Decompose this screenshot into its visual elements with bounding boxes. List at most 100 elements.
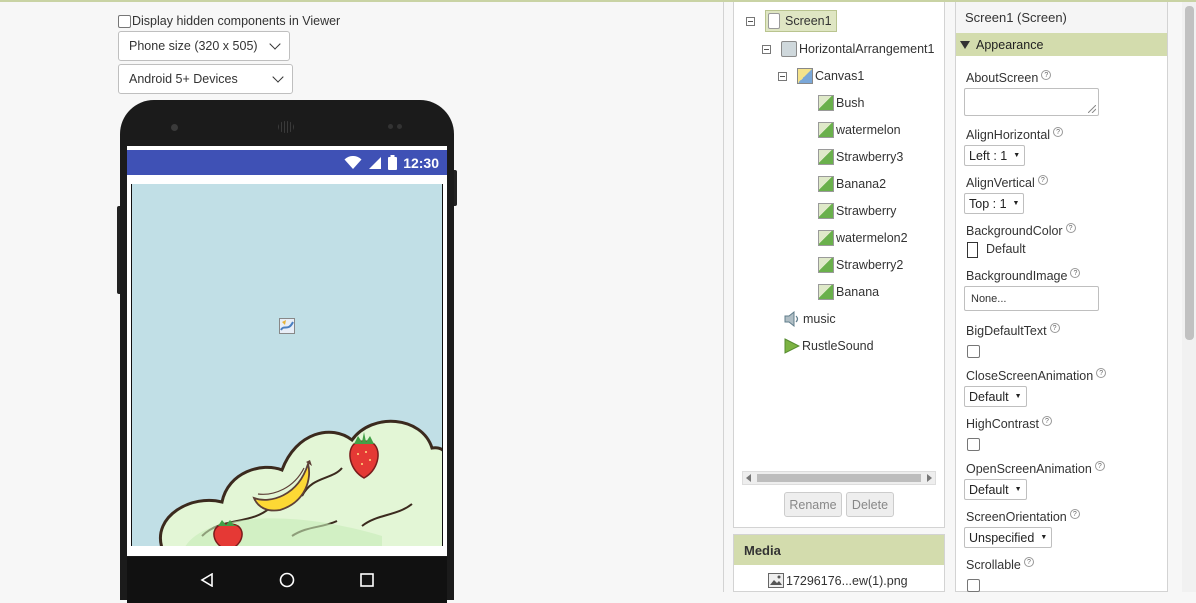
canvas-preview[interactable] — [131, 184, 443, 546]
scrollable-checkbox[interactable] — [967, 579, 980, 592]
backgroundimage-picker[interactable]: None... — [964, 286, 1099, 311]
device-select[interactable]: Android 5+ Devices — [118, 64, 293, 94]
hidden-components-toggle[interactable]: Display hidden components in Viewer — [118, 14, 340, 28]
dropdown-value: Left : 1 — [969, 148, 1008, 163]
aboutscreen-textarea[interactable] — [964, 88, 1099, 116]
help-icon[interactable]: ? — [1065, 223, 1076, 233]
tree-node-sprite[interactable]: watermelon2 — [818, 230, 908, 246]
image-sprite-icon — [818, 203, 834, 219]
tree-label: HorizontalArrangement1 — [799, 42, 935, 56]
media-file-name: 17296176...ew(1).png — [786, 573, 908, 588]
signal-icon — [369, 156, 382, 169]
tree-label: Strawberry3 — [836, 150, 904, 164]
image-file-icon — [768, 573, 784, 588]
screenorientation-dropdown[interactable]: Unspecified ▼ — [964, 527, 1053, 548]
help-icon[interactable]: ? — [1037, 175, 1048, 185]
backgroundcolor-value[interactable]: Default — [986, 242, 1026, 256]
prop-label-text: AlignHorizontal — [966, 128, 1051, 142]
scroll-left-icon[interactable] — [746, 474, 751, 482]
play-icon — [784, 338, 800, 354]
phone-mockup: 12:30 — [117, 100, 457, 603]
tree-node-rustlesound[interactable]: RustleSound — [784, 338, 874, 354]
tree-node-sprite[interactable]: Banana — [818, 284, 879, 300]
prop-label-text: OpenScreenAnimation — [966, 462, 1092, 476]
delete-button[interactable]: Delete — [846, 492, 894, 517]
tree-node-canvas1[interactable]: Canvas1 — [778, 68, 864, 84]
phone-size-select[interactable]: Phone size (320 x 505) — [118, 31, 290, 61]
tree-node-sprite[interactable]: Bush — [818, 95, 865, 111]
prop-label-text: Scrollable — [966, 558, 1021, 572]
rename-button[interactable]: Rename — [784, 492, 842, 517]
backgroundcolor-swatch[interactable] — [967, 242, 978, 258]
image-sprite-icon — [818, 95, 834, 111]
tree-label: music — [803, 312, 836, 326]
highcontrast-checkbox[interactable] — [967, 438, 980, 451]
phone-screen: 12:30 — [127, 146, 447, 556]
appearance-group-header[interactable]: Appearance — [956, 33, 1167, 56]
page-vertical-scrollbar[interactable] — [1182, 2, 1196, 592]
tree-node-sprite[interactable]: Strawberry — [818, 203, 896, 219]
viewer-panel: Display hidden components in Viewer Phon… — [0, 2, 724, 603]
resize-handle-icon[interactable] — [1088, 105, 1096, 113]
tree-node-sprite[interactable]: Strawberry2 — [818, 257, 903, 273]
front-camera — [171, 124, 178, 131]
help-icon[interactable]: ? — [1069, 509, 1080, 519]
tree-selected-item[interactable]: Screen1 — [765, 10, 837, 32]
tree-node-sprite[interactable]: Banana2 — [818, 176, 886, 192]
help-icon[interactable]: ? — [1070, 268, 1081, 278]
scroll-right-icon[interactable] — [927, 474, 932, 482]
tree-node-horizontalarrangement1[interactable]: HorizontalArrangement1 — [762, 41, 935, 57]
dropdown-arrow-icon: ▼ — [1012, 200, 1020, 207]
status-bar: 12:30 — [127, 150, 447, 175]
scrollbar-thumb[interactable] — [757, 474, 921, 482]
recents-icon[interactable] — [360, 573, 375, 587]
dropdown-arrow-icon: ▼ — [1014, 486, 1022, 493]
help-icon[interactable]: ? — [1023, 557, 1034, 567]
media-file-item[interactable]: 17296176...ew(1).png — [734, 565, 944, 588]
help-icon[interactable]: ? — [1053, 127, 1064, 137]
phone-side-button — [117, 206, 120, 294]
prop-highcontrast-label: HighContrast ? — [966, 416, 1052, 431]
prop-aboutscreen-label: AboutScreen ? — [966, 70, 1052, 85]
tree-node-music[interactable]: music — [784, 311, 836, 327]
tree-horizontal-scrollbar[interactable] — [742, 471, 936, 485]
closescreenanimation-dropdown[interactable]: Default ▼ — [964, 386, 1027, 407]
help-icon[interactable]: ? — [1041, 70, 1052, 80]
prop-backgroundcolor-label: BackgroundColor ? — [966, 223, 1076, 238]
device-value: Android 5+ Devices — [129, 72, 238, 86]
openscreenanimation-dropdown[interactable]: Default ▼ — [964, 479, 1027, 500]
help-icon[interactable]: ? — [1049, 323, 1060, 333]
banana-sprite — [252, 460, 312, 512]
help-icon[interactable]: ? — [1041, 416, 1052, 426]
tree-node-sprite[interactable]: watermelon — [818, 122, 901, 138]
home-icon[interactable] — [279, 572, 295, 588]
status-time: 12:30 — [403, 154, 439, 171]
prop-alignvertical-label: AlignVertical ? — [966, 175, 1048, 190]
image-sprite-icon — [818, 176, 834, 192]
scrollbar-thumb[interactable] — [1185, 6, 1194, 340]
alignvertical-dropdown[interactable]: Top : 1 ▼ — [964, 193, 1025, 214]
collapse-icon[interactable] — [746, 16, 755, 26]
image-sprite-icon — [818, 230, 834, 246]
hidden-components-checkbox[interactable] — [118, 14, 131, 28]
help-icon[interactable]: ? — [1094, 461, 1105, 471]
dropdown-value: Top : 1 — [969, 196, 1007, 211]
collapse-icon[interactable] — [778, 71, 787, 81]
prop-screenorientation-label: ScreenOrientation ? — [966, 509, 1080, 524]
prop-label-text: BackgroundColor — [966, 224, 1063, 238]
tree-label: RustleSound — [802, 339, 874, 353]
prop-label-text: BigDefaultText — [966, 324, 1047, 338]
back-icon[interactable] — [200, 573, 214, 587]
collapse-icon[interactable] — [762, 44, 771, 54]
tree-label: Canvas1 — [815, 69, 865, 83]
canvas-icon — [797, 68, 813, 84]
screen-icon — [768, 13, 780, 29]
wifi-icon — [344, 155, 362, 169]
phone-speaker — [278, 121, 294, 133]
help-icon[interactable]: ? — [1096, 368, 1107, 378]
tree-node-screen1[interactable]: Screen1 — [746, 10, 837, 32]
alignhorizontal-dropdown[interactable]: Left : 1 ▼ — [964, 145, 1026, 166]
bigdefaulttext-checkbox[interactable] — [967, 345, 980, 358]
phone-size-value: Phone size (320 x 505) — [129, 39, 258, 53]
tree-node-sprite[interactable]: Strawberry3 — [818, 149, 903, 165]
